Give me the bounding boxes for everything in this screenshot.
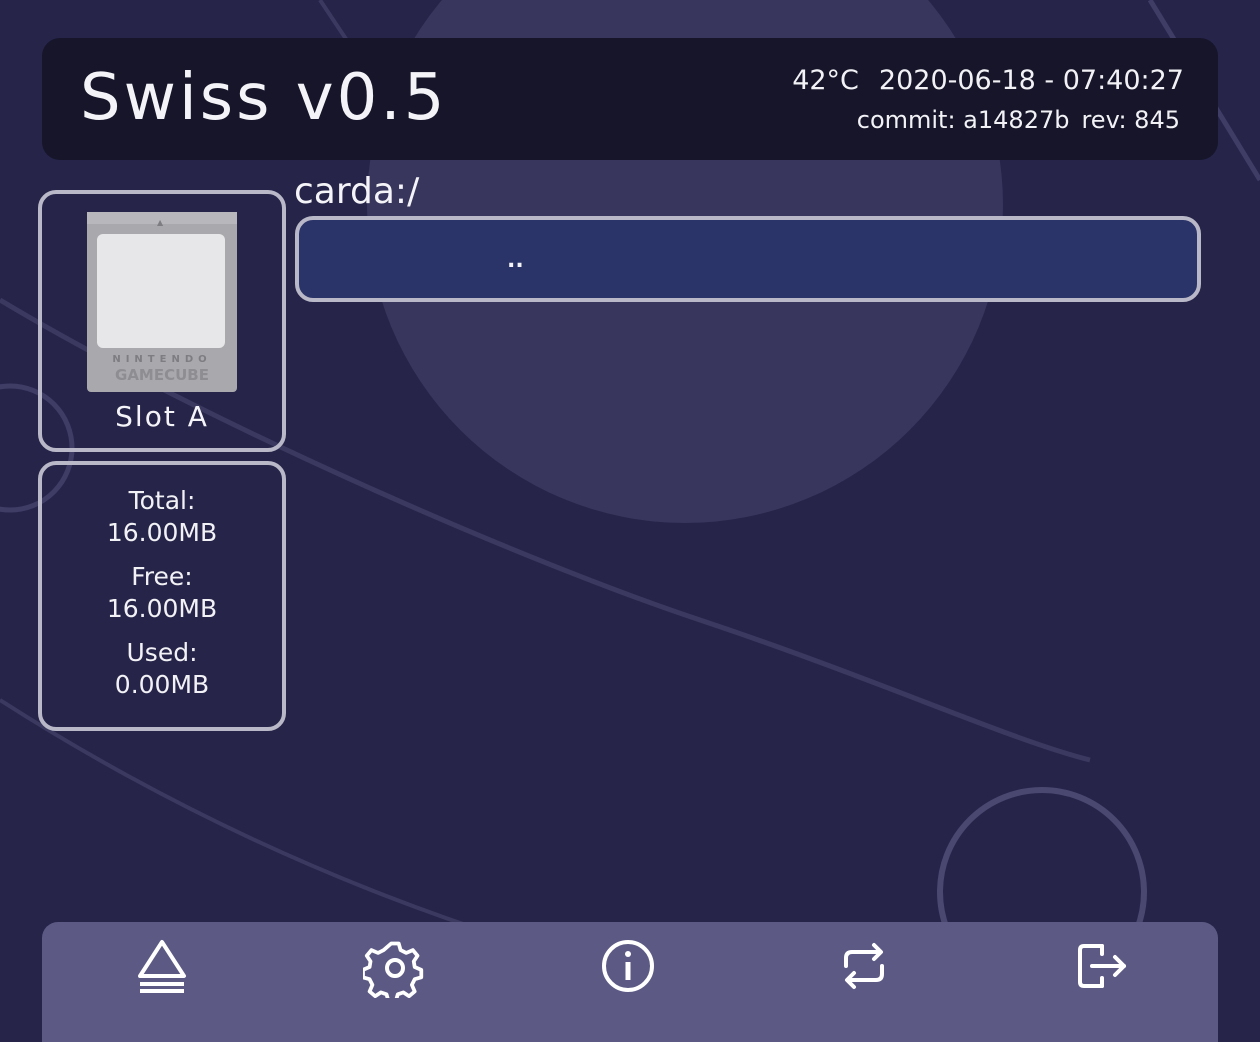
temperature-readout: 42°C xyxy=(792,65,859,96)
header-bar: Swiss v0.5 42°C 2020-06-18 - 07:40:27 com… xyxy=(42,38,1218,160)
card-brand-top: NINTENDO xyxy=(112,354,212,365)
used-value: 0.00MB xyxy=(114,670,210,699)
used-label: Used: xyxy=(126,638,198,667)
revision-number: rev: 845 xyxy=(1081,106,1180,134)
storage-stats-panel: Total: 16.00MB Free: 16.00MB Used: 0.00M… xyxy=(38,461,286,731)
insert-arrow-icon: ▲ xyxy=(157,218,164,227)
swap-icon xyxy=(844,943,884,989)
exit-icon xyxy=(1078,944,1126,988)
info-icon xyxy=(602,940,654,992)
commit-hash: commit: a14827b xyxy=(856,106,1070,134)
memory-card-icon: ▲ NINTENDO GAMECUBE xyxy=(87,212,237,392)
file-entry-name: .. xyxy=(507,248,524,273)
info-button[interactable] xyxy=(596,934,660,998)
app-title: Swiss v0.5 xyxy=(80,61,448,135)
bottom-toolbar xyxy=(42,922,1218,1042)
card-brand-bottom: GAMECUBE xyxy=(115,366,209,384)
build-info: commit: a14827b rev: 845 xyxy=(857,104,1180,136)
free-label: Free: xyxy=(131,562,193,591)
gear-icon xyxy=(363,941,424,998)
memory-card-label-area xyxy=(97,234,225,348)
slot-label: Slot A xyxy=(115,400,209,433)
eject-button[interactable] xyxy=(130,934,194,998)
current-path: carda:/ xyxy=(294,171,420,212)
free-value: 16.00MB xyxy=(106,594,218,623)
switch-device-button[interactable] xyxy=(832,934,896,998)
total-label: Total: xyxy=(128,486,196,515)
status-line: 42°C 2020-06-18 - 07:40:27 xyxy=(792,64,1184,98)
exit-button[interactable] xyxy=(1068,934,1132,998)
eject-icon xyxy=(138,940,186,993)
datetime-readout: 2020-06-18 - 07:40:27 xyxy=(878,65,1184,96)
file-entry-parent-directory[interactable]: .. xyxy=(295,216,1201,302)
settings-button[interactable] xyxy=(363,934,427,998)
total-value: 16.00MB xyxy=(106,518,218,547)
device-slot-panel[interactable]: ▲ NINTENDO GAMECUBE Slot A xyxy=(38,190,286,452)
